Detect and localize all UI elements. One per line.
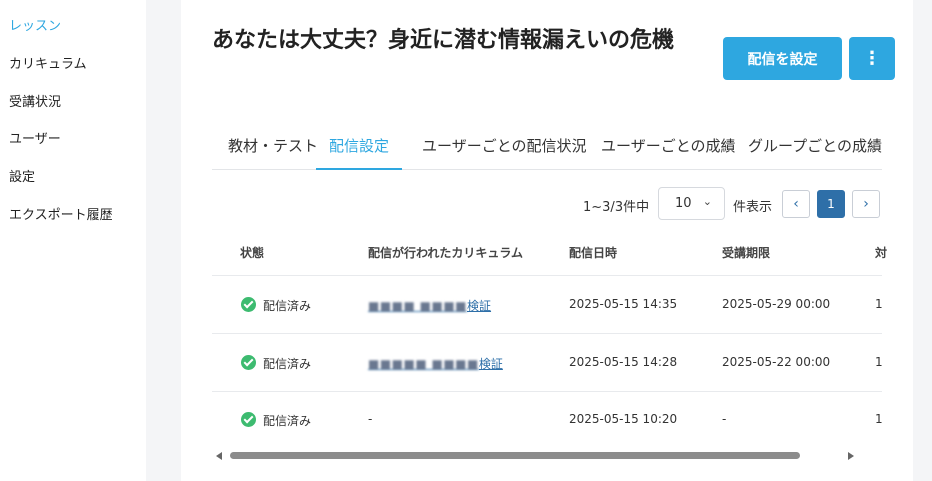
check-circle-icon xyxy=(241,297,256,312)
column-header-datetime[interactable]: 配信日時 xyxy=(569,244,617,261)
delivery-datetime: 2025-05-15 10:20 xyxy=(569,412,678,426)
sidebar: レッスン カリキュラム 受講状況 ユーザー 設定 エクスポート履歴 xyxy=(0,0,146,481)
per-page-label: 件表示 xyxy=(733,200,773,215)
curriculum-link[interactable]: ■■■■ ■■■■検証 xyxy=(368,297,491,314)
chevron-left-icon: ‹ xyxy=(793,196,799,212)
chevron-down-icon: ⌄ xyxy=(702,195,712,208)
curriculum-name: 検証 xyxy=(467,299,492,313)
chevron-right-icon: › xyxy=(863,196,869,212)
redacted-text: ■■■■■ ■■■■ xyxy=(368,357,479,371)
sidebar-item-users[interactable]: ユーザー xyxy=(9,128,61,147)
status-text: 配信済み xyxy=(263,414,312,428)
scrollbar-thumb[interactable] xyxy=(230,452,800,459)
target-count: 1 xyxy=(875,355,883,369)
check-circle-icon xyxy=(241,412,256,427)
delivery-datetime: 2025-05-15 14:28 xyxy=(569,355,678,369)
redacted-text: ■■■■ ■■■■ xyxy=(368,299,468,313)
scroll-right-arrow-icon[interactable] xyxy=(848,452,854,460)
sidebar-item-curriculum[interactable]: カリキュラム xyxy=(9,53,87,72)
target-count: 1 xyxy=(875,412,883,426)
tab-user-scores[interactable]: ユーザーごとの成績 xyxy=(588,124,749,168)
column-header-curriculum[interactable]: 配信が行われたカリキュラム xyxy=(368,244,523,261)
row-divider xyxy=(212,333,882,334)
row-divider xyxy=(212,275,882,276)
target-count: 1 xyxy=(875,297,883,311)
tab-user-delivery-status[interactable]: ユーザーごとの配信状況 xyxy=(409,124,600,168)
next-page-button[interactable]: › xyxy=(852,190,880,218)
curriculum-link[interactable]: ■■■■■ ■■■■検証 xyxy=(368,355,503,372)
deadline: 2025-05-29 00:00 xyxy=(722,297,831,311)
column-header-target[interactable]: 対 xyxy=(875,244,887,261)
per-page-value: 10 xyxy=(675,196,692,211)
scroll-left-arrow-icon[interactable] xyxy=(216,452,222,460)
column-header-deadline[interactable]: 受講期限 xyxy=(722,244,770,261)
more-vertical-icon: ⋮ xyxy=(863,48,881,69)
curriculum-name: - xyxy=(368,412,373,426)
main-card: あなたは大丈夫？身近に潜む情報漏えいの危機 配信を設定 ⋮ 教材・テスト 配信設… xyxy=(181,0,913,481)
deadline: - xyxy=(722,412,727,426)
per-page-select[interactable]: 10 ⌄ xyxy=(658,187,725,220)
prev-page-button[interactable]: ‹ xyxy=(782,190,810,218)
sidebar-item-progress[interactable]: 受講状況 xyxy=(9,91,61,110)
tab-group-scores[interactable]: グループごとの成績 xyxy=(735,124,895,168)
configure-delivery-button[interactable]: 配信を設定 xyxy=(723,37,842,80)
delivery-datetime: 2025-05-15 14:35 xyxy=(569,297,678,311)
deadline: 2025-05-22 00:00 xyxy=(722,355,831,369)
sidebar-item-export-history[interactable]: エクスポート履歴 xyxy=(9,204,113,223)
check-circle-icon xyxy=(241,355,256,370)
pagination-count: 1~3/3件中 xyxy=(583,200,650,215)
column-header-status[interactable]: 状態 xyxy=(240,244,264,261)
status-text: 配信済み xyxy=(263,299,312,313)
curriculum-name: 検証 xyxy=(478,357,503,371)
tab-delivery-settings[interactable]: 配信設定 xyxy=(316,124,403,170)
status-text: 配信済み xyxy=(263,357,312,371)
horizontal-scrollbar[interactable] xyxy=(212,449,882,463)
sidebar-item-lessons[interactable]: レッスン xyxy=(9,15,61,34)
sidebar-item-settings[interactable]: 設定 xyxy=(9,166,35,185)
page-1-button[interactable]: 1 xyxy=(817,190,845,218)
tab-bar: 教材・テスト 配信設定 ユーザーごとの配信状況 ユーザーごとの成績 グループごと… xyxy=(212,124,882,170)
row-divider xyxy=(212,391,882,392)
tab-materials[interactable]: 教材・テスト xyxy=(215,124,331,168)
page-title: あなたは大丈夫？身近に潜む情報漏えいの危機 xyxy=(212,28,675,53)
more-menu-button[interactable]: ⋮ xyxy=(849,37,895,80)
